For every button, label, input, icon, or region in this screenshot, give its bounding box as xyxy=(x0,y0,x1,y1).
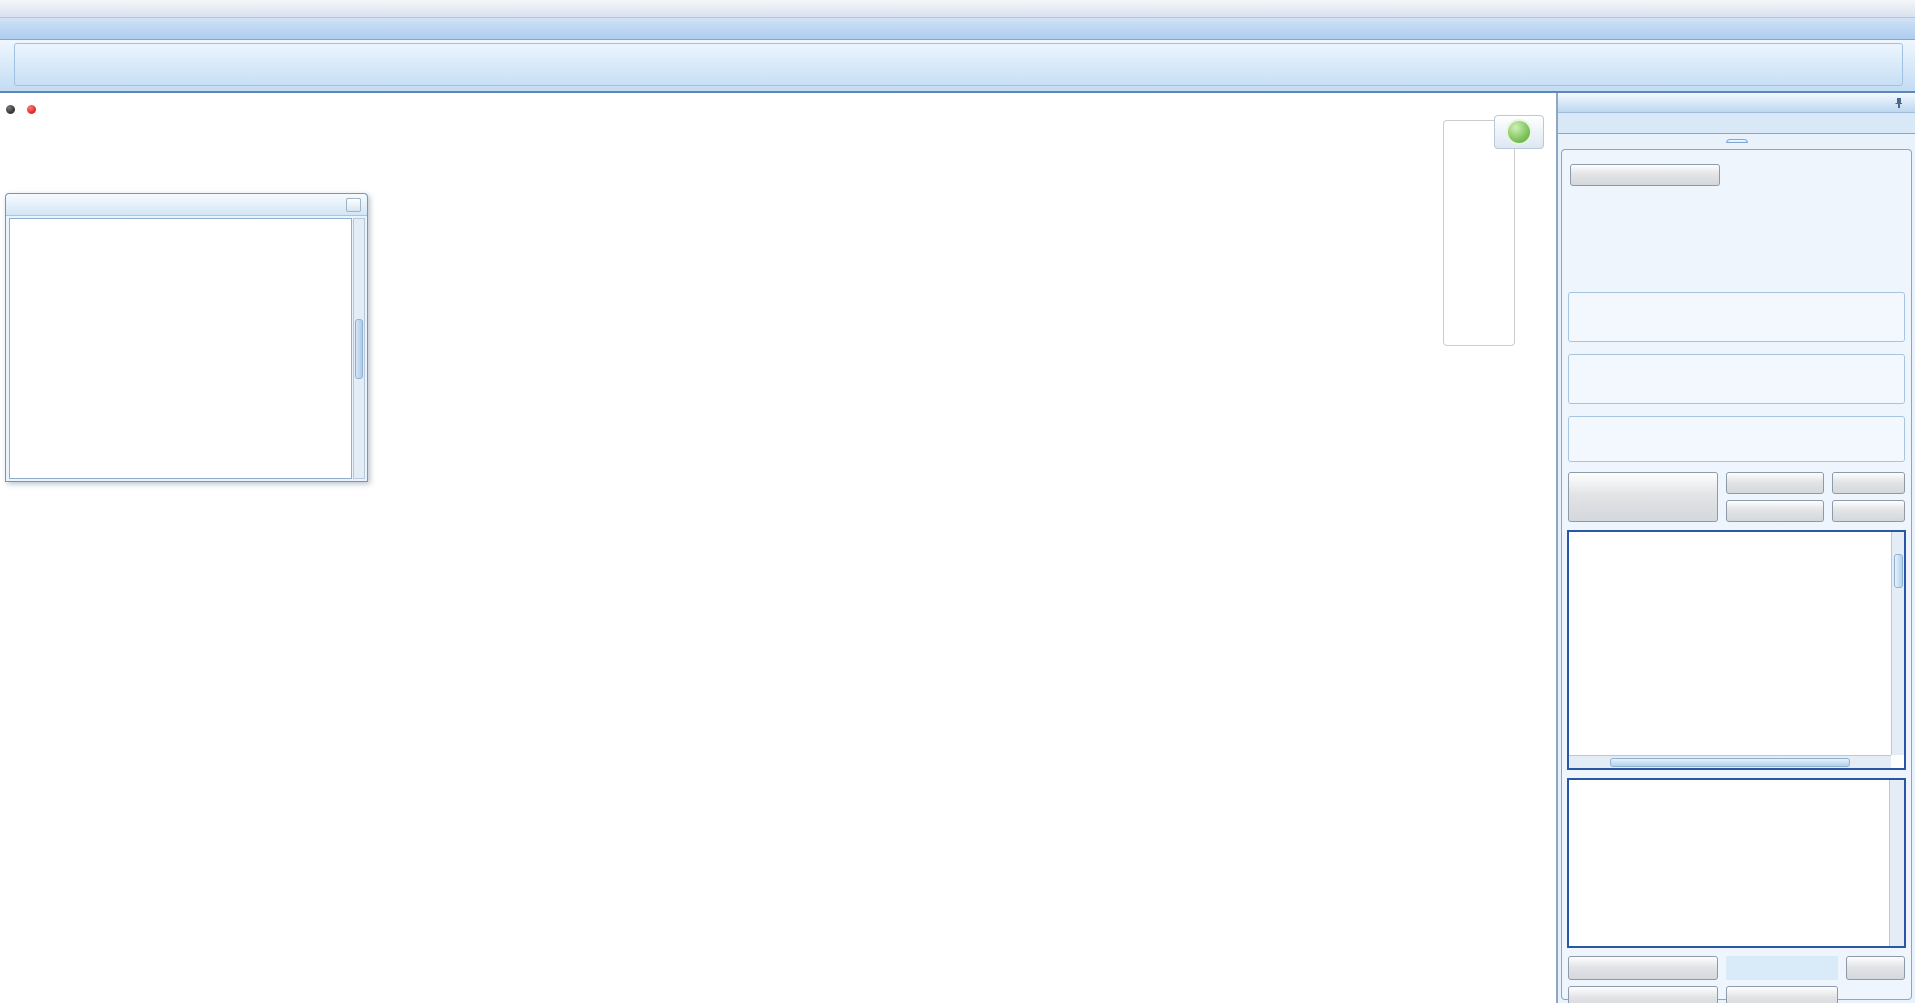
reflectivity-legend xyxy=(1443,120,1515,346)
contacts-rows xyxy=(1569,532,1891,755)
missing-dot-icon xyxy=(27,105,36,114)
copy-numbers-button[interactable] xyxy=(1832,500,1905,522)
copy-button[interactable] xyxy=(1846,956,1905,980)
generate-message-button[interactable] xyxy=(1568,956,1718,980)
app-window xyxy=(0,0,1915,1003)
scroll-thumb[interactable] xyxy=(1894,554,1903,588)
radar-map[interactable] xyxy=(0,93,1557,1003)
contacts-table xyxy=(1567,530,1906,770)
normal-dot-icon xyxy=(6,105,15,114)
message-scrollbar[interactable] xyxy=(1889,780,1904,946)
convective-forecast-group xyxy=(1568,416,1905,462)
scroll-thumb[interactable] xyxy=(1610,758,1850,767)
contacts-hscrollbar[interactable] xyxy=(1569,755,1891,768)
call-button[interactable] xyxy=(1726,986,1838,1003)
map-status-overlay xyxy=(6,99,40,139)
gis-select-button[interactable] xyxy=(1726,472,1824,494)
panel-tabs xyxy=(1558,113,1915,134)
zoom-in-button[interactable] xyxy=(1506,119,1532,145)
extract-sms-button[interactable] xyxy=(1568,472,1718,522)
auto-station-rain-group xyxy=(1568,292,1905,342)
rain-accumulation-window xyxy=(5,193,368,482)
message-box xyxy=(1567,778,1906,948)
contacts-vscrollbar[interactable] xyxy=(1891,532,1904,755)
gis-box-label xyxy=(1726,139,1748,143)
alarm-group xyxy=(14,43,1903,86)
bottom-buttons xyxy=(1568,956,1905,1003)
map-zoom-panel xyxy=(1494,115,1544,149)
auto-station-wind-group xyxy=(1568,354,1905,404)
rain-table-scrollbar[interactable] xyxy=(353,218,365,479)
extract-call-button[interactable] xyxy=(1726,500,1824,522)
realtime-panel xyxy=(1557,93,1915,1003)
rain-table xyxy=(9,218,352,479)
action-buttons xyxy=(1568,472,1905,522)
rain-window-titlebar[interactable] xyxy=(6,194,367,216)
char-count-label xyxy=(1726,956,1838,980)
window-titlebar xyxy=(0,0,1915,18)
voice-preview-button[interactable] xyxy=(1568,986,1718,1003)
panel-header xyxy=(1558,93,1915,113)
message-text[interactable] xyxy=(1572,783,1886,943)
gis-select-box xyxy=(1561,149,1912,1000)
menu-bar xyxy=(0,18,1915,40)
main-toolbar xyxy=(0,40,1915,93)
cancel-select-button[interactable] xyxy=(1832,472,1905,494)
pin-icon[interactable] xyxy=(1893,97,1905,109)
scroll-thumb[interactable] xyxy=(355,319,363,379)
level-mode-button[interactable] xyxy=(1570,164,1720,186)
close-icon[interactable] xyxy=(346,198,361,212)
